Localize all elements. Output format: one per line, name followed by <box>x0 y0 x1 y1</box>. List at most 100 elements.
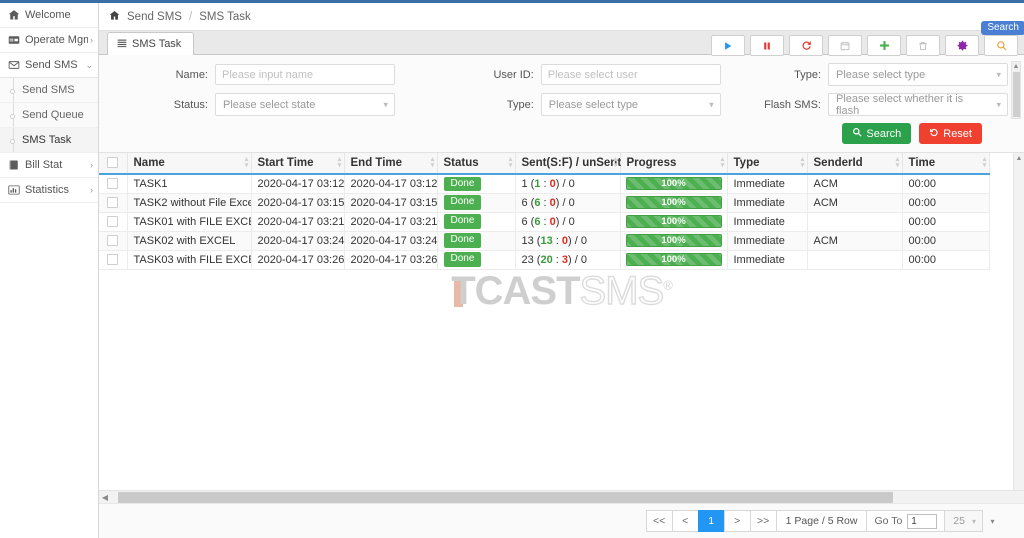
column-header-progress[interactable]: Progress ▴ ▾ <box>620 153 728 175</box>
retry-button[interactable] <box>789 35 823 56</box>
cell-type: Immediate <box>727 231 808 251</box>
progress-bar: 100% <box>625 234 722 247</box>
column-header-start-time[interactable]: Start Time ▴ ▾ <box>251 153 345 175</box>
resize-handle-icon[interactable]: ▴ ▾ <box>430 156 436 169</box>
scroll-left-icon[interactable]: ◀ <box>99 493 111 502</box>
table-row[interactable]: TASK2 without File Excel 2020-04-17 03:15… <box>99 193 990 213</box>
hscroll-thumb[interactable] <box>118 491 893 503</box>
cell-name: TASK2 without File Excel <box>127 193 252 213</box>
add-button[interactable] <box>867 35 901 56</box>
sent-success: 6 <box>534 215 541 228</box>
select-all-checkbox[interactable] <box>107 157 119 169</box>
schedule-button[interactable] <box>828 35 862 56</box>
resize-handle-icon[interactable]: ▴ ▾ <box>982 156 988 169</box>
cell-name: TASK01 with FILE EXCEL <box>127 212 252 232</box>
resize-handle-icon[interactable]: ▴ ▾ <box>244 156 250 169</box>
sidebar-item-send-queue[interactable]: Send Queue <box>0 103 98 128</box>
page-size-value: 25 <box>953 515 965 527</box>
page-size-select[interactable]: 25 ▾ <box>944 510 983 532</box>
sidebar-item-operate-mgmt[interactable]: Operate Mgmt › <box>0 28 98 53</box>
goto-page-input[interactable] <box>907 513 938 529</box>
column-header-type[interactable]: Type ▴ ▾ <box>727 153 808 175</box>
type-select[interactable]: Please select type ▾ <box>828 63 1008 86</box>
scrollbar-thumb[interactable] <box>1012 72 1020 117</box>
breadcrumb-current: SMS Task <box>199 10 251 23</box>
filter-status: Status: Please select state ▾ <box>115 93 471 116</box>
row-checkbox[interactable] <box>107 197 119 209</box>
cell-type: Immediate <box>727 250 808 270</box>
search-button[interactable]: Search <box>981 21 1024 56</box>
cell-status: Done <box>437 231 516 251</box>
undo-icon <box>929 127 939 140</box>
name-label: Name: <box>175 68 208 81</box>
sidebar-item-send-sms[interactable]: Send SMS <box>0 78 98 103</box>
column-header-senderid[interactable]: SenderId ▴ ▾ <box>807 153 903 175</box>
resize-handle-icon[interactable]: ▴ ▾ <box>613 156 619 169</box>
first-page-button[interactable]: << <box>645 510 672 532</box>
flash-select[interactable]: Please select whether it is flash ▾ <box>828 93 1008 117</box>
chevron-right-icon: › <box>90 185 93 195</box>
application-window: Welcome Operate Mgmt › Send SMS ⌄ Send S… <box>0 0 1024 538</box>
home-icon[interactable] <box>109 10 120 24</box>
table-row[interactable]: TASK12020-04-17 03:12:282020-04-17 03:12… <box>99 174 990 194</box>
row-checkbox[interactable] <box>107 216 119 228</box>
last-page-button[interactable]: >> <box>749 510 776 532</box>
sidebar-item-sms-task[interactable]: SMS Task <box>0 128 98 153</box>
sidebar-item-label: Welcome <box>25 9 71 21</box>
column-header-end-time[interactable]: End Time ▴ ▾ <box>344 153 438 175</box>
row-checkbox[interactable] <box>107 235 119 247</box>
start-button[interactable] <box>711 35 745 56</box>
cell-name: TASK1 <box>127 174 252 194</box>
table-row[interactable]: TASK02 with EXCEL2020-04-17 03:24:362020… <box>99 231 990 251</box>
cell-start-time: 2020-04-17 03:24:36 <box>251 231 345 251</box>
column-header-name[interactable]: Name ▴ ▾ <box>127 153 252 175</box>
column-header-status[interactable]: Status ▴ ▾ <box>437 153 516 175</box>
table-horizontal-scrollbar[interactable]: ◀ <box>99 490 1024 503</box>
cell-progress: 100% <box>620 231 728 251</box>
pause-button[interactable] <box>750 35 784 56</box>
resize-handle-icon[interactable]: ▴ ▾ <box>800 156 806 169</box>
sidebar-item-send-sms-group[interactable]: Send SMS ⌄ <box>0 53 98 78</box>
sidebar-item-welcome[interactable]: Welcome <box>0 3 98 28</box>
breadcrumb-parent[interactable]: Send SMS <box>127 11 182 23</box>
page-1-button[interactable]: 1 <box>697 510 724 532</box>
scroll-up-icon[interactable]: ▲ <box>1013 62 1020 71</box>
sidebar-item-label: Send SMS <box>25 59 78 71</box>
userid-input[interactable]: Please select user <box>540 64 721 85</box>
row-checkbox[interactable] <box>107 254 119 266</box>
resize-handle-icon[interactable]: ▴ ▾ <box>720 156 726 169</box>
resize-handle-icon[interactable]: ▴ ▾ <box>895 156 901 169</box>
row-checkbox[interactable] <box>107 178 119 190</box>
resize-handle-icon[interactable]: ▴ ▾ <box>337 156 343 169</box>
scroll-up-icon[interactable]: ▲ <box>1016 153 1023 164</box>
next-page-button[interactable]: > <box>723 510 750 532</box>
search-submit-button[interactable]: Search <box>842 123 912 144</box>
table-vertical-scrollbar[interactable]: ▲ <box>1013 153 1024 490</box>
cell-time: 00:00 <box>902 212 990 232</box>
form-scrollbar[interactable]: ▲ <box>1011 61 1021 119</box>
settings-button[interactable] <box>945 35 979 56</box>
status-badge: Done <box>443 214 482 229</box>
resize-handle-icon[interactable]: ▴ ▾ <box>508 156 514 169</box>
table-row[interactable]: TASK03 with FILE EXCEL2020-04-17 03:26:3… <box>99 250 990 270</box>
hscroll-track[interactable] <box>111 491 1024 503</box>
name-input[interactable]: Please input name <box>215 64 395 85</box>
column-label: Type <box>733 157 760 169</box>
window-icon <box>7 34 20 47</box>
row-select-cell <box>99 250 128 270</box>
type2-select[interactable]: Please select type ▾ <box>540 93 721 116</box>
status-select[interactable]: Please select state ▾ <box>215 93 395 116</box>
delete-button[interactable] <box>906 35 940 56</box>
type-select-value: Please select type <box>836 68 926 81</box>
pager-scroll-down-icon[interactable]: ▾ <box>987 510 998 532</box>
reset-button[interactable]: Reset <box>919 123 982 144</box>
table-row[interactable]: TASK01 with FILE EXCEL2020-04-17 03:21:2… <box>99 212 990 232</box>
sidebar-item-bill-stat[interactable]: Bill Stat › <box>0 153 98 178</box>
cell-start-time: 2020-04-17 03:21:29 <box>251 212 345 232</box>
sidebar-item-label: Bill Stat <box>25 159 63 171</box>
tab-sms-task[interactable]: SMS Task <box>107 32 195 55</box>
column-header-time[interactable]: Time ▴ ▾ <box>902 153 990 175</box>
sidebar-item-statistics[interactable]: Statistics › <box>0 178 98 203</box>
prev-page-button[interactable]: < <box>671 510 698 532</box>
column-header-sent[interactable]: Sent(S:F) / unSent ▴ ▾ <box>515 153 621 175</box>
